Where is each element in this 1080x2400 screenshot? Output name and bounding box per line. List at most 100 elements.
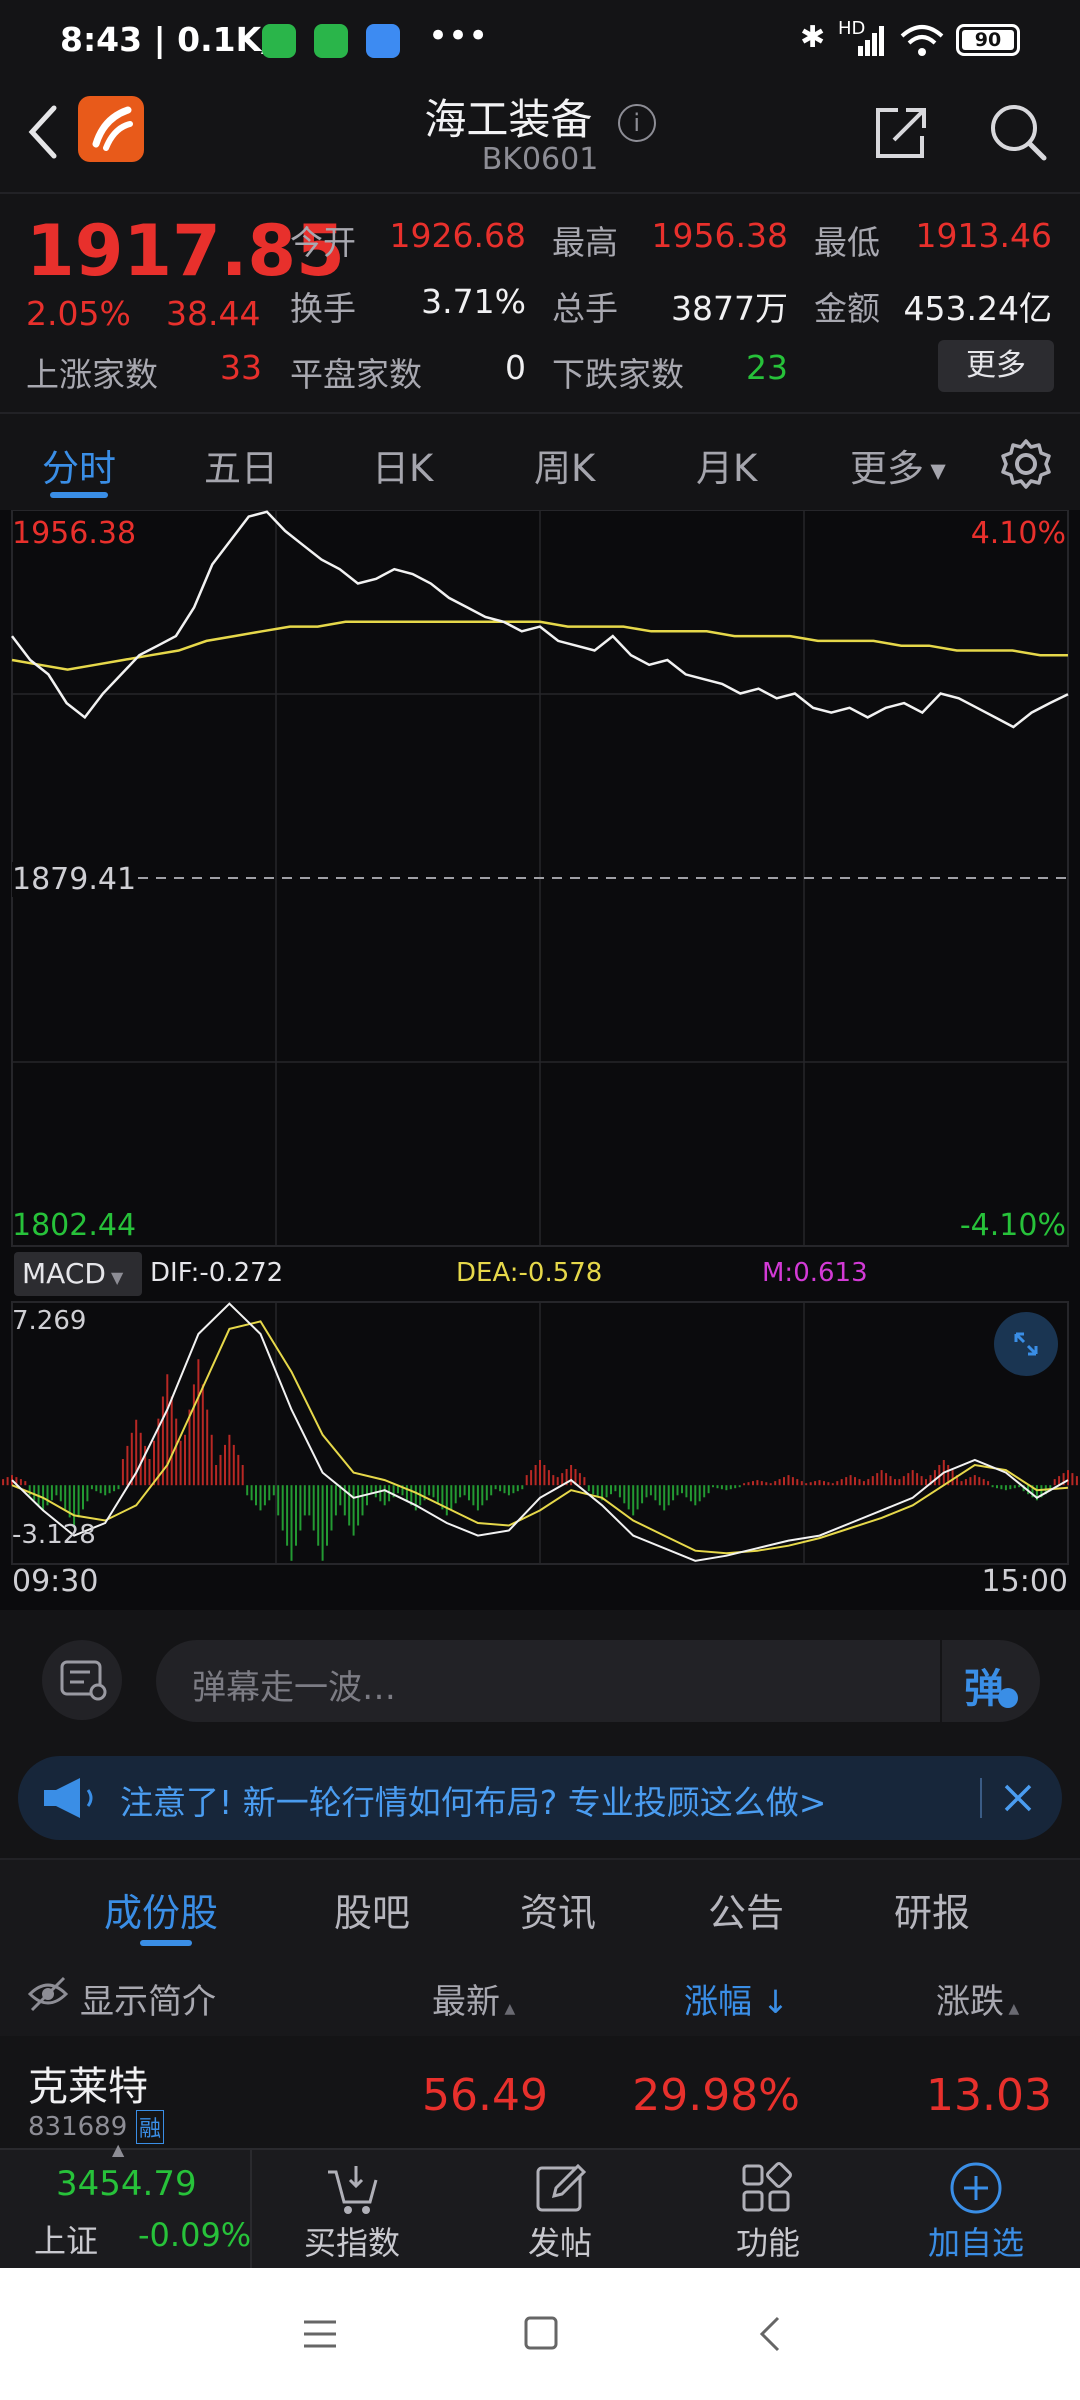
macd-m-label: M:0.613: [762, 1258, 868, 1288]
chart-canvas[interactable]: [0, 510, 1080, 1610]
high-value: 1956.38: [651, 216, 788, 255]
tab-constituents[interactable]: 成份股: [104, 1882, 218, 1937]
up-count: 33: [220, 348, 262, 387]
danmaku-placeholder: 弹幕走一波…: [192, 1668, 396, 1708]
eye-hidden-icon[interactable]: [26, 1974, 70, 2014]
y-axis-high-label: 1956.38: [12, 516, 137, 551]
indicator-select[interactable]: MACD ▼: [14, 1252, 142, 1296]
volume-label: 总手: [552, 289, 618, 328]
sort-desc-icon: ↓: [752, 1983, 789, 2021]
content-tabs: 成份股 股吧 资讯 公告 研报: [0, 1858, 1080, 1954]
active-tab-indicator: [140, 1940, 192, 1946]
tab-announcements[interactable]: 公告: [708, 1882, 784, 1937]
tab-intraday[interactable]: 分时: [42, 438, 116, 492]
stock-change: 13.03: [926, 2070, 1052, 2121]
close-icon[interactable]: [998, 1778, 1038, 1818]
pct-low-label: -4.10%: [959, 1208, 1066, 1243]
info-icon[interactable]: i: [617, 103, 656, 142]
dropdown-arrow-icon: ▼: [105, 1268, 124, 1287]
down-count-label: 下跌家数: [552, 355, 684, 394]
tab-more[interactable]: 更多 ▼: [850, 438, 946, 492]
table-header: 显示简介 最新 ▲ 涨幅 ↓ 涨跌 ▲: [0, 1952, 1080, 2036]
dropdown-arrow-icon: ▼: [924, 458, 946, 483]
tab-news[interactable]: 资讯: [520, 1882, 596, 1937]
x-axis-start-label: 09:30: [12, 1564, 99, 1599]
signal-icon: [858, 26, 884, 56]
share-icon[interactable]: [872, 102, 932, 162]
bluetooth-icon: ✱: [800, 20, 826, 55]
table-row[interactable]: 克莱特 831689 融 56.49 29.98% 13.03: [0, 2036, 1080, 2148]
macd-y-bottom-label: -3.128: [12, 1520, 96, 1550]
danmaku-list-button[interactable]: [42, 1640, 122, 1720]
low-value: 1913.46: [915, 216, 1052, 255]
tab-five-day[interactable]: 五日: [204, 438, 278, 492]
add-watchlist-icon: [950, 2162, 1002, 2214]
search-icon[interactable]: [986, 100, 1050, 164]
index-name: 上证: [34, 2222, 99, 2260]
index-value: 3454.79: [56, 2164, 197, 2204]
show-intro-toggle[interactable]: 显示简介: [80, 1974, 216, 2023]
wifi-icon: [900, 25, 944, 56]
dock-functions[interactable]: 功能: [688, 2218, 848, 2264]
more-stats-button[interactable]: 更多: [938, 340, 1054, 392]
amount-value: 453.24亿: [903, 289, 1052, 328]
low-label: 最低: [814, 223, 880, 262]
check-badge-icon: [998, 1688, 1018, 1708]
sort-arrow-icon: ▲: [500, 2001, 516, 2017]
stock-latest: 56.49: [422, 2070, 548, 2121]
open-value: 1926.68: [389, 216, 526, 255]
high-label: 最高: [552, 223, 618, 262]
column-change[interactable]: 涨跌 ▲: [936, 1974, 1019, 2023]
turnover-label: 换手: [290, 289, 356, 328]
amount-label: 金额: [814, 289, 880, 328]
index-ticker[interactable]: ▲ 3454.79 上证 -0.09%: [0, 2140, 252, 2270]
margin-tag: 融: [136, 2110, 165, 2144]
quote-panel: 1917.85 2.05% 38.44 上涨家数 33 今开 1926.68 最…: [0, 194, 1080, 410]
home-icon[interactable]: [522, 2314, 560, 2352]
bottom-dock: ▲ 3454.79 上证 -0.09% 买指数 发帖 功能 加自选: [0, 2140, 1080, 2270]
dock-add-watchlist[interactable]: 加自选: [896, 2218, 1056, 2264]
expand-icon: [1014, 1332, 1038, 1356]
header: 海工装备 i BK0601: [0, 86, 1080, 192]
macd-y-top-label: 7.269: [12, 1306, 87, 1336]
status-bar: 8:43 | 0.1K/s ••• ✱ HD 90: [0, 0, 1080, 86]
expand-chart-button[interactable]: [994, 1312, 1058, 1376]
column-change-percent[interactable]: 涨幅 ↓: [684, 1974, 789, 2023]
flat-count: 0: [505, 348, 526, 387]
app-notification-icon: [366, 24, 400, 58]
dock-buy-index[interactable]: 买指数: [272, 2218, 432, 2264]
intraday-chart[interactable]: 1956.38 4.10% 1879.41 1802.44 -4.10% MAC…: [0, 510, 1080, 1610]
change-amount: 38.44: [166, 294, 261, 333]
expand-up-icon: ▲: [112, 2140, 125, 2159]
y-axis-mid-label: 1879.41: [12, 862, 137, 897]
turnover-value: 3.71%: [421, 282, 526, 321]
tab-daily-k[interactable]: 日K: [372, 438, 433, 492]
tab-research[interactable]: 研报: [894, 1882, 970, 1937]
functions-grid-icon: [742, 2162, 792, 2212]
danmaku-input[interactable]: 弹幕走一波…: [156, 1640, 940, 1722]
menu-icon[interactable]: [300, 2316, 340, 2352]
y-axis-low-label: 1802.44: [12, 1208, 137, 1243]
wechat-icon: [314, 24, 348, 58]
tab-monthly-k[interactable]: 月K: [696, 438, 757, 492]
danmaku-send-button[interactable]: 弹: [940, 1640, 1040, 1722]
tab-weekly-k[interactable]: 周K: [534, 438, 595, 492]
down-count: 23: [746, 348, 788, 387]
stock-code: 831689: [28, 2112, 128, 2142]
notice-banner[interactable]: 注意了! 新一轮行情如何布局? 专业投顾这么做>: [18, 1756, 1062, 1840]
up-count-label: 上涨家数: [26, 355, 158, 394]
open-label: 今开: [290, 223, 356, 262]
dock-post[interactable]: 发帖: [480, 2218, 640, 2264]
index-change: -0.09%: [138, 2216, 252, 2254]
column-latest[interactable]: 最新 ▲: [432, 1974, 515, 2023]
tab-forum[interactable]: 股吧: [334, 1882, 410, 1937]
nav-back-icon[interactable]: [756, 2314, 786, 2354]
danmaku-list-icon: [60, 1660, 107, 1701]
dea-label: DEA:-0.578: [456, 1258, 603, 1288]
danmaku-button-label: 弹: [964, 1666, 1004, 1712]
x-axis-end-label: 15:00: [981, 1564, 1068, 1599]
period-tabs: 分时 五日 日K 周K 月K 更多 ▼: [0, 412, 1080, 512]
settings-gear-icon[interactable]: [1000, 438, 1052, 490]
divider: [980, 1778, 982, 1818]
buy-index-icon: [328, 2166, 378, 2214]
